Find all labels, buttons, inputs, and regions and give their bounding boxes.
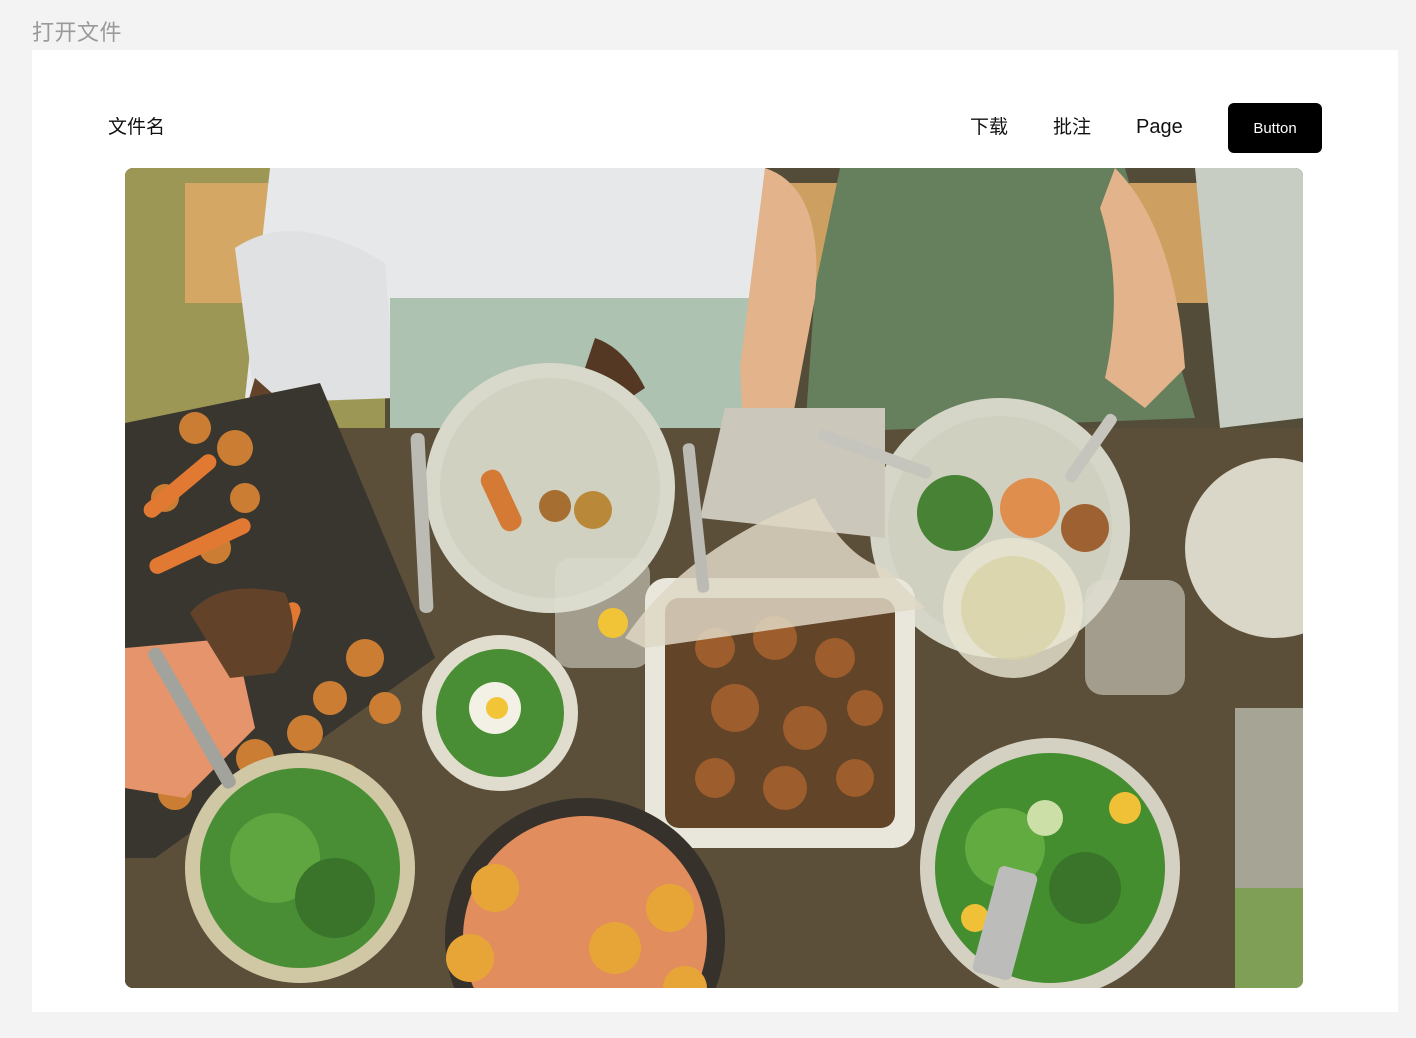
page-link[interactable]: Page	[1136, 114, 1183, 140]
document-viewer-card: 文件名 下载 批注 Page Button	[32, 50, 1398, 1012]
page-title: 打开文件	[32, 21, 123, 46]
file-name-label: 文件名	[108, 116, 166, 138]
food-table-photo	[125, 168, 1303, 988]
primary-button[interactable]: Button	[1228, 103, 1322, 153]
viewer-header: 文件名 下载 批注 Page Button	[32, 50, 1398, 168]
download-link[interactable]: 下载	[970, 114, 1008, 140]
annotate-link[interactable]: 批注	[1053, 114, 1091, 140]
preview-image	[125, 168, 1303, 988]
